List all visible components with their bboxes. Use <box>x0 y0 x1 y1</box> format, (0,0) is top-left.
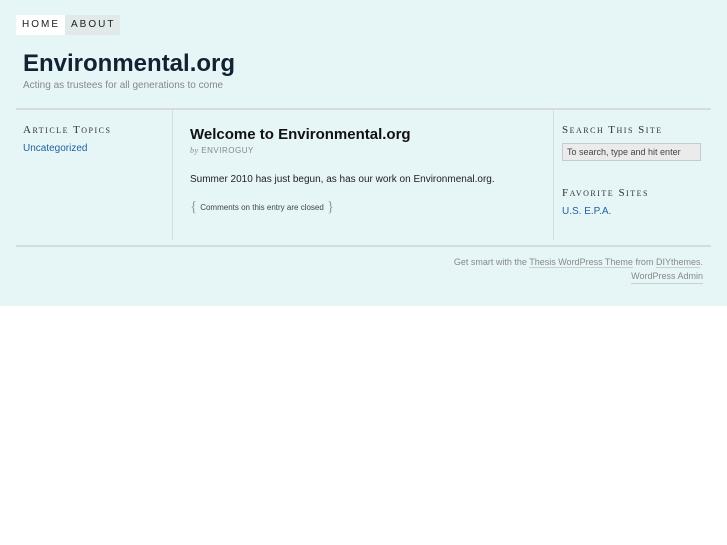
page-background: HOME ABOUT Environmental.org Acting as t… <box>0 0 727 306</box>
footer-suffix: . <box>700 257 703 267</box>
category-uncategorized-link[interactable]: Uncategorized <box>23 143 111 154</box>
comments-brace-open: { <box>190 199 198 215</box>
post-body: Summer 2010 has just begun, as has our w… <box>190 174 495 185</box>
post-author: ENVIROGUY <box>201 146 254 155</box>
header-divider <box>16 108 711 110</box>
post: Welcome to Environmental.org by ENVIROGU… <box>190 126 540 216</box>
favorite-epa-link[interactable]: U.S. E.P.A. <box>562 206 701 217</box>
left-sidebar: Article Topics Uncategorized <box>23 124 111 154</box>
left-column-divider <box>172 110 173 240</box>
footer: Get smart with the Thesis WordPress Them… <box>454 255 703 284</box>
post-byline: by ENVIROGUY <box>190 146 540 155</box>
footer-prefix: Get smart with the <box>453 257 527 267</box>
right-column-divider <box>553 110 554 240</box>
footer-credit-line: Get smart with the Thesis WordPress Them… <box>454 255 703 269</box>
diythemes-link[interactable]: DIYthemes <box>655 257 701 268</box>
thesis-theme-link[interactable]: Thesis WordPress Theme <box>529 257 633 268</box>
post-title[interactable]: Welcome to Environmental.org <box>190 126 540 144</box>
nav-about-link[interactable]: ABOUT <box>65 15 121 35</box>
search-input[interactable]: To search, type and hit enter <box>562 143 701 161</box>
site-tagline: Acting as trustees for all generations t… <box>23 80 224 91</box>
top-nav: HOME ABOUT <box>16 15 121 35</box>
comments-closed-text: Comments on this entry are closed <box>200 203 324 212</box>
wordpress-admin-link[interactable]: WordPress Admin <box>631 269 703 284</box>
site-title[interactable]: Environmental.org <box>23 50 235 78</box>
footer-middle: from <box>635 257 654 267</box>
comments-brace-close: } <box>326 199 335 215</box>
favorite-sites-heading: Favorite Sites <box>562 187 649 199</box>
right-sidebar: Search This Site To search, type and hit… <box>562 124 701 217</box>
footer-divider <box>16 245 711 247</box>
comments-closed-note: { Comments on this entry are closed } <box>190 199 540 216</box>
search-heading: Search This Site <box>562 124 663 136</box>
nav-home-link[interactable]: HOME <box>16 15 65 35</box>
article-topics-heading: Article Topics <box>23 124 112 136</box>
byline-by: by <box>190 146 199 155</box>
